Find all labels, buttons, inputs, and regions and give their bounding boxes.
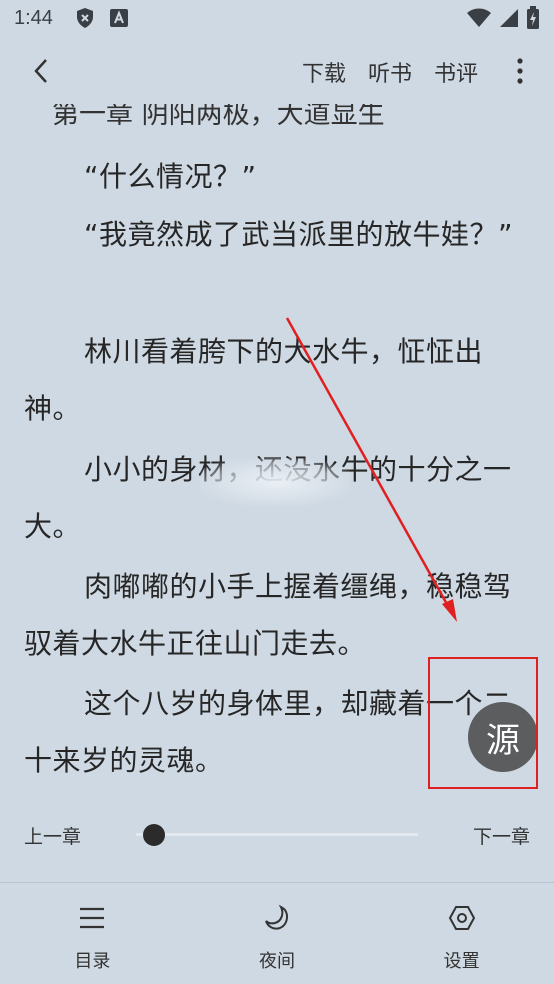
paragraph: 林川看着胯下的大水牛，怔怔出神。 — [24, 335, 484, 425]
download-button[interactable]: 下载 — [302, 56, 346, 88]
nav-item-catalog[interactable]: 目录 — [0, 883, 185, 984]
wifi-icon — [466, 7, 492, 34]
back-button[interactable] — [24, 54, 58, 88]
paragraph: 这个八岁的身体里，却藏着一个二十来岁的灵魂。 — [24, 687, 512, 777]
paragraph: 肉嘟嘟的小手上握着缰绳，稳稳驾驭着大水牛正往山门走去。 — [24, 570, 512, 660]
nav-label: 设置 — [443, 951, 480, 972]
chevron-left-icon — [34, 59, 47, 83]
nav-item-night-mode[interactable]: 夜间 — [185, 883, 370, 984]
nav-item-settings[interactable]: 设置 — [369, 883, 554, 984]
listen-book-button[interactable]: 听书 — [368, 56, 412, 88]
signal-icon — [498, 7, 520, 34]
text-smudge — [200, 458, 350, 506]
nav-label: 夜间 — [259, 951, 295, 972]
font-a-icon — [107, 6, 131, 30]
battery-icon — [526, 6, 540, 35]
paragraph: “什么情况？” — [84, 160, 257, 193]
status-bar: 1:44 — [0, 0, 554, 36]
book-review-button[interactable]: 书评 — [434, 56, 478, 88]
settings-hexagon-icon — [447, 903, 477, 933]
source-button[interactable]: 源 — [468, 702, 538, 772]
slider-thumb[interactable] — [143, 824, 165, 846]
reading-content[interactable]: 第一章 阴阳两极，大道显生 “什么情况？” “我竟然成了武当派里的放牛娃？” 林… — [0, 88, 554, 798]
more-vertical-icon — [517, 58, 523, 84]
chapter-title: 第一章 阴阳两极，大道显生 — [52, 99, 385, 130]
more-options-button[interactable] — [508, 54, 532, 88]
menu-list-icon — [77, 903, 107, 933]
paragraph: “我竟然成了武当派里的放牛娃？” — [84, 218, 514, 251]
shield-icon — [73, 6, 97, 30]
prev-chapter-button[interactable]: 上一章 — [24, 822, 81, 849]
bottom-nav: 目录 夜间 设置 — [0, 883, 554, 984]
chapter-progress-slider[interactable] — [136, 833, 418, 836]
next-chapter-button[interactable]: 下一章 — [473, 822, 530, 849]
moon-icon — [262, 903, 292, 933]
nav-label: 目录 — [74, 951, 111, 972]
status-time: 1:44 — [14, 6, 53, 29]
chapter-progress: 上一章 下一章 — [0, 800, 554, 870]
